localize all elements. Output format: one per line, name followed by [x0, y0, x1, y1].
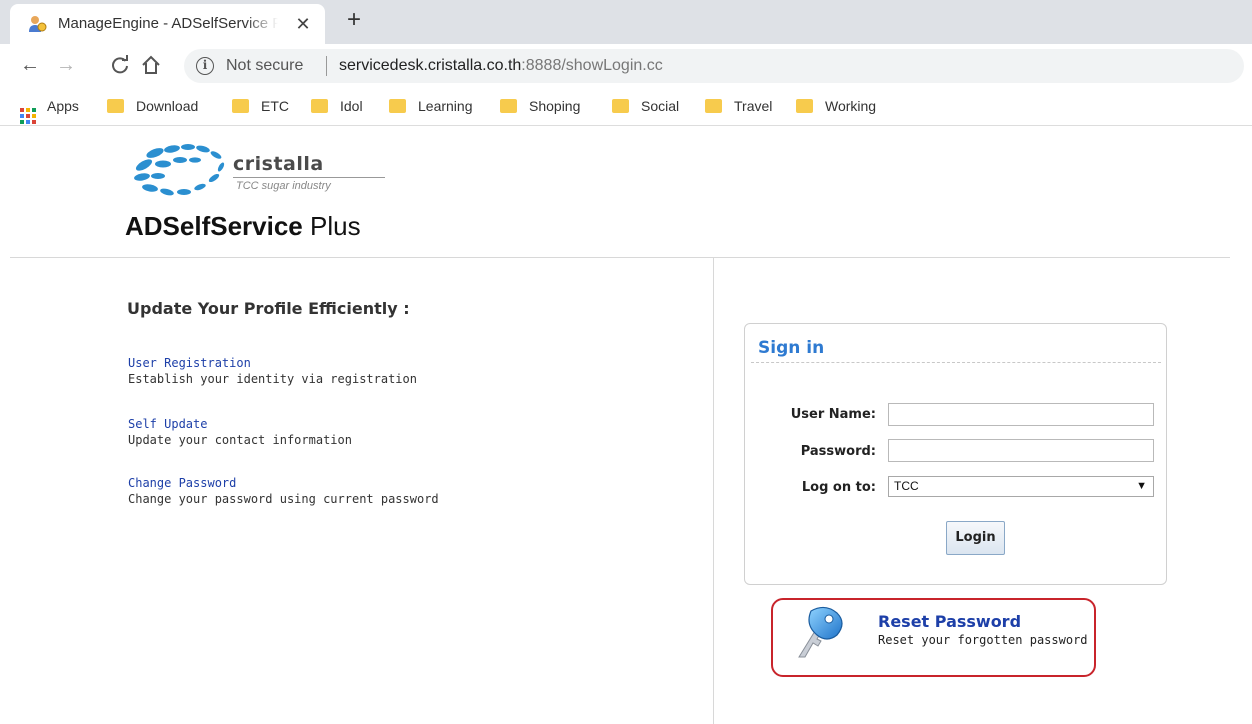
domain-select-value: TCC [894, 479, 919, 493]
manageengine-favicon-icon [29, 16, 47, 32]
column-divider [713, 258, 714, 724]
brand-divider [233, 177, 385, 178]
reload-icon[interactable] [107, 52, 133, 78]
bookmark-label: Download [136, 98, 199, 114]
feature-description: Change your password using current passw… [128, 492, 439, 506]
feature-change-password: Change Password Change your password usi… [128, 475, 439, 507]
bookmark-label: Learning [418, 98, 473, 114]
folder-icon [612, 99, 629, 113]
logon-label: Log on to: [801, 480, 876, 495]
bookmark-label: Social [641, 98, 680, 114]
info-icon[interactable]: i [196, 57, 214, 75]
reset-password-link[interactable]: Reset Password [878, 612, 1021, 631]
apps-grid-icon [20, 108, 36, 124]
tab-strip: ManageEngine - ADSelfService Plus ✕ + [0, 0, 1252, 44]
header-divider [10, 257, 1230, 258]
sign-in-title: Sign in [758, 338, 825, 358]
change-password-link[interactable]: Change Password [128, 475, 439, 491]
not-secure-label: Not secure [226, 57, 304, 74]
brand-tagline: TCC sugar industry [236, 180, 331, 192]
active-tab[interactable]: ManageEngine - ADSelfService Plus ✕ [10, 4, 325, 44]
bookmarks-bar: Apps Download ETC Idol Learning Shoping … [0, 88, 1252, 126]
bookmark-etc[interactable]: ETC [232, 98, 289, 118]
bookmark-travel[interactable]: Travel [705, 98, 772, 118]
url-host: servicedesk.cristalla.co.th [339, 57, 522, 74]
folder-icon [705, 99, 722, 113]
folder-icon [796, 99, 813, 113]
domain-select[interactable]: TCC ▼ [888, 476, 1154, 497]
home-icon[interactable] [138, 52, 164, 78]
feature-description: Establish your identity via registration [128, 372, 417, 386]
bookmark-shoping[interactable]: Shoping [500, 98, 580, 118]
sign-in-divider [751, 362, 1161, 363]
bookmark-label: Shoping [529, 98, 581, 114]
close-tab-icon[interactable]: ✕ [292, 13, 314, 35]
sign-in-panel: Sign in User Name: Password: Log on to: … [744, 323, 1167, 585]
bookmark-label: Idol [340, 98, 363, 114]
dropdown-arrow-icon: ▼ [1136, 480, 1147, 492]
bookmark-working[interactable]: Working [796, 98, 876, 118]
folder-icon [389, 99, 406, 113]
tab-title: ManageEngine - ADSelfService Plus [58, 15, 278, 32]
product-title-light: Plus [302, 211, 361, 241]
url-path: :8888/showLogin.cc [521, 57, 663, 74]
reset-password-description: Reset your forgotten password [878, 633, 1088, 647]
address-bar[interactable]: i Not secure servicedesk.cristalla.co.th… [184, 49, 1244, 83]
key-icon[interactable] [793, 605, 853, 660]
username-label: User Name: [790, 407, 876, 422]
bookmark-apps[interactable]: Apps [20, 98, 79, 124]
new-tab-button[interactable]: + [342, 8, 366, 33]
bookmark-label: Travel [734, 98, 773, 114]
product-title: ADSelfService Plus [125, 211, 361, 242]
login-button[interactable]: Login [946, 521, 1005, 555]
bookmark-idol[interactable]: Idol [311, 98, 363, 118]
brand-name: cristalla [233, 153, 324, 175]
product-title-bold: ADSelfService [125, 211, 303, 241]
forward-arrow-icon[interactable]: → [53, 52, 79, 78]
url-text[interactable]: servicedesk.cristalla.co.th:8888/showLog… [339, 57, 663, 75]
password-label: Password: [800, 444, 876, 459]
folder-icon [311, 99, 328, 113]
back-arrow-icon[interactable]: ← [17, 52, 43, 78]
folder-icon [107, 99, 124, 113]
feature-self-update: Self Update Update your contact informat… [128, 416, 352, 448]
bookmark-learning[interactable]: Learning [389, 98, 473, 118]
user-registration-link[interactable]: User Registration [128, 355, 417, 371]
browser-toolbar: ← → i Not secure servicedesk.cristalla.c… [0, 44, 1252, 88]
bookmark-label: Apps [47, 98, 79, 114]
url-separator [326, 56, 327, 76]
folder-icon [500, 99, 517, 113]
bookmark-label: Working [825, 98, 877, 114]
bookmark-social[interactable]: Social [612, 98, 679, 118]
bookmark-label: ETC [261, 98, 289, 114]
features-heading: Update Your Profile Efficiently : [127, 299, 410, 318]
self-update-link[interactable]: Self Update [128, 416, 352, 432]
folder-icon [232, 99, 249, 113]
username-field[interactable] [888, 403, 1154, 426]
feature-user-registration: User Registration Establish your identit… [128, 355, 417, 387]
password-field[interactable] [888, 439, 1154, 462]
feature-description: Update your contact information [128, 433, 352, 447]
bookmark-download[interactable]: Download [107, 98, 198, 118]
